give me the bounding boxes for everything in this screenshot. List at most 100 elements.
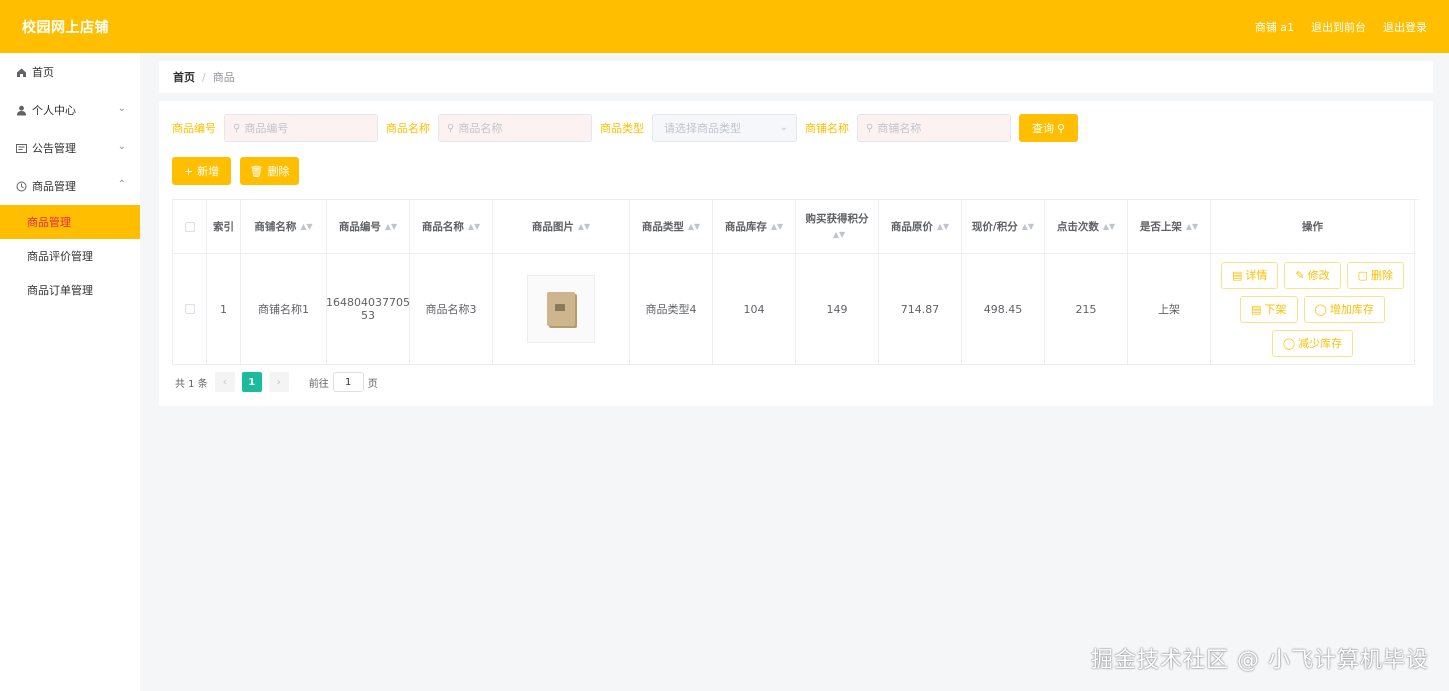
col-header-label: 商品图片 xyxy=(531,220,574,233)
search-icon: ⚲ xyxy=(1056,121,1066,135)
goods-icon xyxy=(16,181,27,192)
col-goods-type[interactable]: 商品类型 ▲▼ xyxy=(630,200,713,254)
sidebar-item-notice[interactable]: 公告管理 ⌄ xyxy=(0,129,140,167)
goods-image[interactable] xyxy=(527,275,595,343)
sort-icon[interactable]: ▲▼ xyxy=(300,219,312,235)
breadcrumb-home[interactable]: 首页 xyxy=(173,69,195,85)
sort-icon[interactable]: ▲▼ xyxy=(771,219,783,235)
goods-type-select[interactable]: 请选择商品类型 ⌄ xyxy=(652,114,797,142)
col-header-label: 商品名称 xyxy=(421,220,464,233)
home-icon xyxy=(16,67,27,78)
sidebar-item-label: 公告管理 xyxy=(32,142,76,155)
goods-name-placeholder: 商品名称 xyxy=(458,122,503,135)
goto-suffix: 页 xyxy=(367,378,378,390)
sidebar-subitem-label: 商品管理 xyxy=(27,216,71,229)
sort-icon[interactable]: ▲▼ xyxy=(1186,219,1198,235)
sidebar-item-personal[interactable]: 个人中心 ⌄ xyxy=(0,91,140,129)
col-header-label: 商品原价 xyxy=(890,220,933,233)
sort-icon[interactable]: ▲▼ xyxy=(385,219,397,235)
shop-name-placeholder: 商铺名称 xyxy=(877,122,922,135)
add-button[interactable]: + 新增 xyxy=(172,157,231,185)
table-header: 索引 商铺名称 ▲▼ 商品编号 ▲▼ 商品名称 ▲▼ 商品图片 ▲▼ 商品类型 ▲▼ 商品… xyxy=(173,200,1419,254)
plus-icon: + xyxy=(183,164,194,178)
delete-button-label: 删除 xyxy=(1371,269,1394,282)
col-clicks[interactable]: 点击次数 ▲▼ xyxy=(1045,200,1128,254)
goods-type-placeholder: 请选择商品类型 xyxy=(664,122,741,135)
notice-icon xyxy=(16,143,27,154)
col-points[interactable]: 购买获得积分 ▲▼ xyxy=(796,200,879,254)
sort-icon[interactable]: ▲▼ xyxy=(468,219,480,235)
prev-page-button[interactable]: ‹ xyxy=(214,372,235,392)
next-page-button[interactable]: › xyxy=(268,372,289,392)
goods-code-input[interactable]: ⚲ 商品编号 xyxy=(224,114,378,142)
col-operations: 操作 xyxy=(1211,200,1415,254)
sort-icon[interactable]: ▲▼ xyxy=(937,219,949,235)
col-shop-name[interactable]: 商铺名称 ▲▼ xyxy=(241,200,327,254)
ops-line: ▤ 下架 ◯ 增加库存 xyxy=(1240,295,1385,323)
document-icon: ▤ xyxy=(1251,302,1262,316)
cell-index: 1 xyxy=(207,254,241,365)
current-user-label: 商铺 a1 xyxy=(1254,20,1294,34)
delete-button[interactable]: ▢ 删除 xyxy=(1346,261,1405,289)
sort-icon[interactable]: ▲▼ xyxy=(1022,219,1034,235)
sidebar-subitem-goods-manage[interactable]: 商品管理 xyxy=(0,205,140,239)
col-on-shelf[interactable]: 是否上架 ▲▼ xyxy=(1128,200,1211,254)
breadcrumb: 首页 / 商品 xyxy=(159,61,1433,93)
add-stock-button[interactable]: ◯ 增加库存 xyxy=(1303,295,1385,323)
chevron-down-icon: ⌄ xyxy=(117,141,126,152)
query-button[interactable]: 查询 ⚲ xyxy=(1019,114,1078,142)
sidebar-item-label: 商品管理 xyxy=(32,180,76,193)
col-original-price[interactable]: 商品原价 ▲▼ xyxy=(879,200,962,254)
cell-goods-name: 商品名称3 xyxy=(410,254,493,365)
document-icon: ▤ xyxy=(1231,268,1243,282)
col-header-label: 商品编号 xyxy=(338,220,381,233)
chevron-down-icon: ⌄ xyxy=(117,103,126,114)
query-button-label: 查询 xyxy=(1031,122,1054,135)
app-title: 校园网上店铺 xyxy=(22,19,109,36)
sidebar-subitem-goods-order[interactable]: 商品订单管理 xyxy=(0,273,140,307)
off-shelf-button[interactable]: ▤ 下架 xyxy=(1240,295,1298,323)
main-panel: 商品编号 ⚲ 商品编号 商品名称 ⚲ 商品名称 商品类型 请选择商品类型 ⌄ 商… xyxy=(159,101,1433,406)
col-goods-name[interactable]: 商品名称 ▲▼ xyxy=(410,200,493,254)
sort-icon[interactable]: ▲▼ xyxy=(1103,219,1115,235)
col-current-price[interactable]: 现价/积分 ▲▼ xyxy=(962,200,1045,254)
detail-button[interactable]: ▤ 详情 xyxy=(1220,261,1279,289)
action-bar: + 新增 🗑 删除 xyxy=(172,157,299,185)
batch-delete-button[interactable]: 🗑 删除 xyxy=(240,157,299,185)
ops-line: ◯ 减少库存 xyxy=(1271,329,1354,357)
col-header-label: 点击次数 xyxy=(1056,220,1099,233)
table-row: 1 商铺名称1 164804037705 53 商品名称3 商品类型4 104 … xyxy=(173,254,1419,365)
goods-code-placeholder: 商品编号 xyxy=(244,122,289,135)
goods-name-input[interactable]: ⚲ 商品名称 xyxy=(438,114,592,142)
col-stock[interactable]: 商品库存 ▲▼ xyxy=(713,200,796,254)
col-header-label: 商铺名称 xyxy=(254,220,297,233)
bulb-icon: ◯ xyxy=(1314,302,1327,316)
shop-name-input[interactable]: ⚲ 商铺名称 xyxy=(857,114,1011,142)
col-goods-image[interactable]: 商品图片 ▲▼ xyxy=(493,200,630,254)
top-header: 校园网上店铺 商铺 a1 退出到前台 退出登录 xyxy=(0,0,1449,53)
reduce-stock-button[interactable]: ◯ 减少库存 xyxy=(1271,329,1354,357)
row-checkbox[interactable] xyxy=(184,304,195,314)
col-header-label: 是否上架 xyxy=(1139,220,1182,233)
col-header-label: 操作 xyxy=(1302,220,1323,233)
ops-line: ▤ 详情 ✎ 修改 ▢ 删除 xyxy=(1220,261,1405,289)
search-icon: ⚲ xyxy=(866,122,874,134)
col-header-label: 商品库存 xyxy=(724,220,767,233)
sort-icon[interactable]: ▲▼ xyxy=(833,227,845,243)
sort-icon[interactable]: ▲▼ xyxy=(578,219,590,235)
select-all-checkbox[interactable] xyxy=(184,221,195,232)
sidebar-subitem-goods-review[interactable]: 商品评价管理 xyxy=(0,239,140,273)
page-number-current[interactable]: 1 xyxy=(241,372,262,392)
off-shelf-button-label: 下架 xyxy=(1264,303,1287,316)
cell-operations: ▤ 详情 ✎ 修改 ▢ 删除 ▤ 下架 ◯ 增加库存 ◯ 减少库存 xyxy=(1211,254,1415,365)
sort-icon[interactable]: ▲▼ xyxy=(688,219,700,235)
goto-page-input[interactable]: 1 xyxy=(332,372,364,392)
back-to-front-link[interactable]: 退出到前台 xyxy=(1311,19,1366,35)
search-icon: ⚲ xyxy=(447,122,455,134)
cell-stock: 104 xyxy=(713,254,796,365)
sidebar-item-home[interactable]: 首页 xyxy=(0,53,140,91)
sidebar-item-goods[interactable]: 商品管理 ⌃ xyxy=(0,167,140,205)
col-goods-code[interactable]: 商品编号 ▲▼ xyxy=(327,200,410,254)
edit-button[interactable]: ✎ 修改 xyxy=(1284,261,1341,289)
logout-link[interactable]: 退出登录 xyxy=(1383,19,1427,35)
